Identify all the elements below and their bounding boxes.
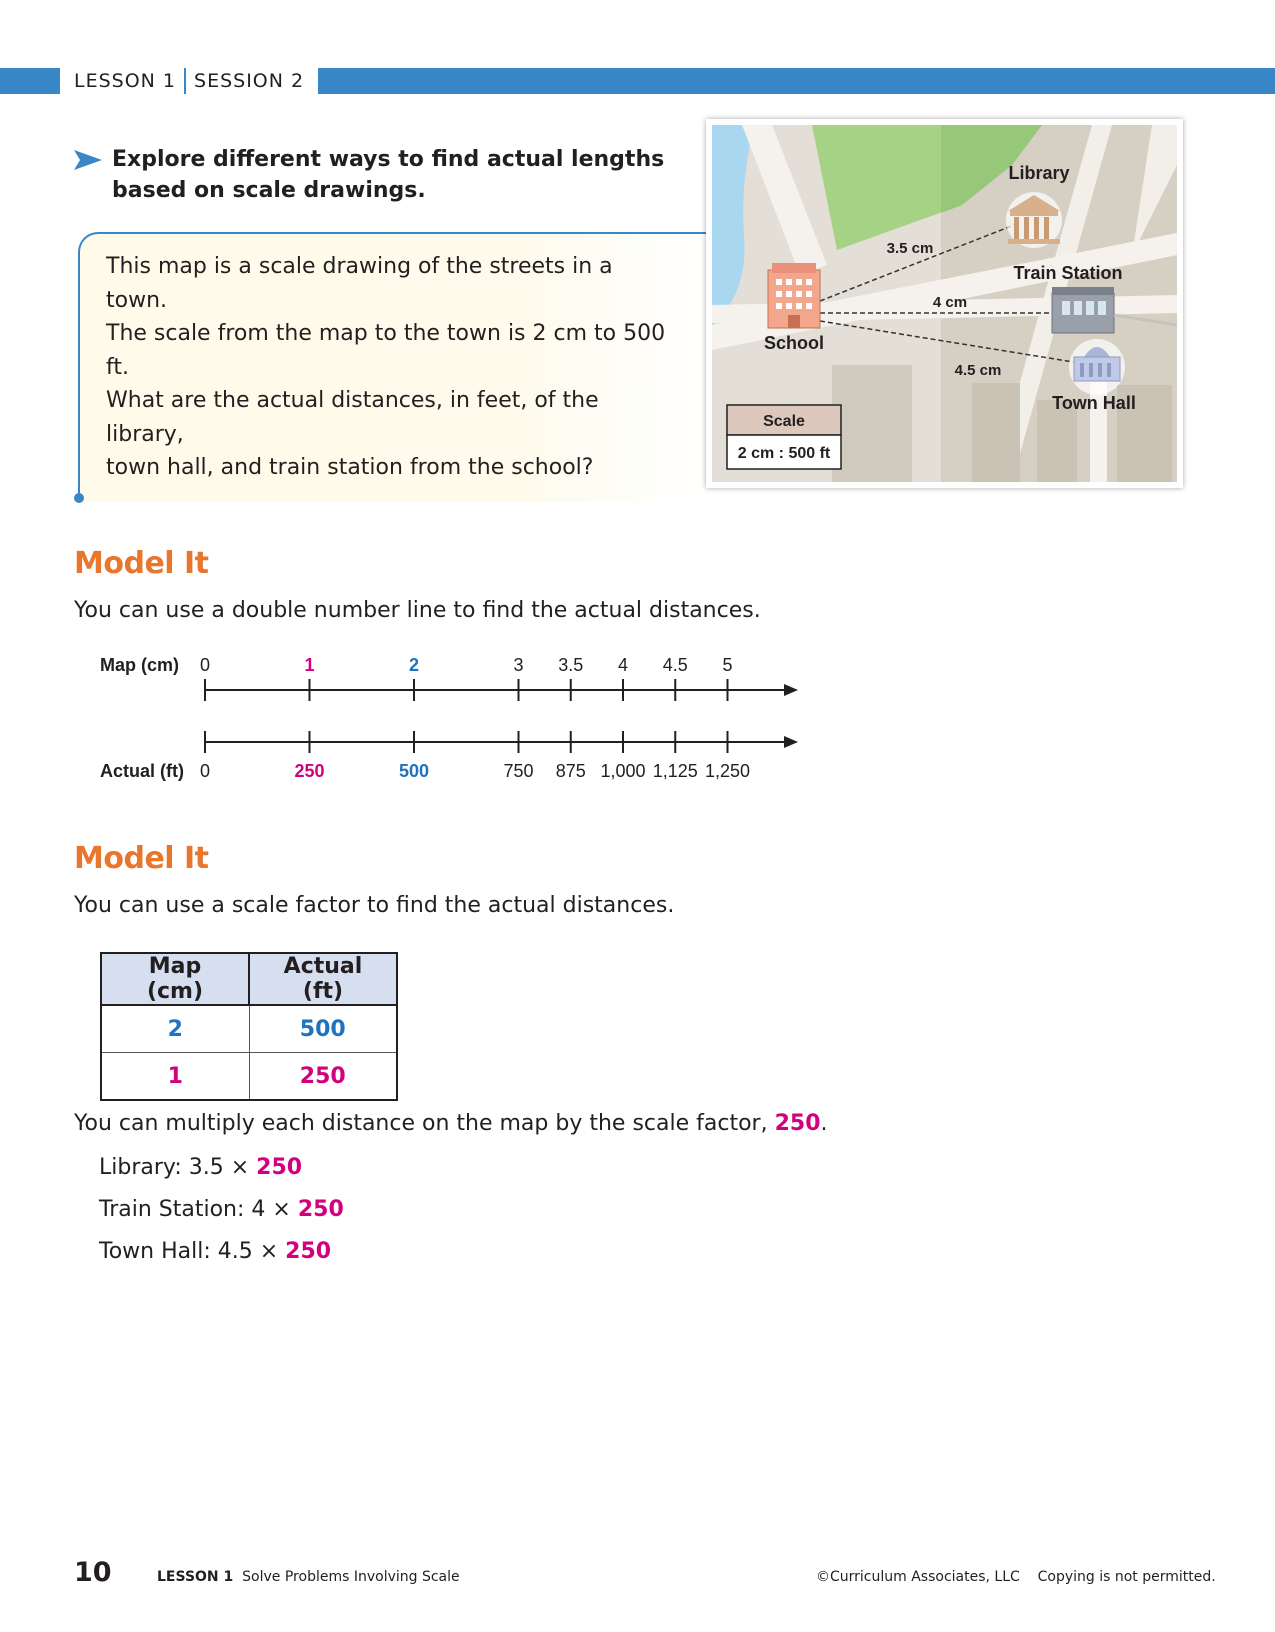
map-row-label: Map (cm) <box>100 655 179 675</box>
problem-text: This map is a scale drawing of the stree… <box>106 250 666 485</box>
actual-tick-label: 0 <box>200 761 210 781</box>
double-number-line: Map (cm) Actual (ft) 0 0 1 250 2 500 3 750 3.5 87… <box>100 655 798 781</box>
model-it-heading: Model It <box>74 546 209 581</box>
header-divider <box>184 68 187 94</box>
table-cell: 1 <box>100 1052 250 1101</box>
problem-line: This map is a scale drawing of the stree… <box>106 254 613 313</box>
town-hall-label: Town Hall <box>1052 393 1136 413</box>
scale-factor-value: 250 <box>774 1111 821 1136</box>
table-row: 2 500 <box>100 1004 398 1053</box>
multiply-sentence: You can multiply each distance on the ma… <box>74 1111 828 1136</box>
actual-row-label: Actual (ft) <box>100 761 184 781</box>
actual-tick-label: 1,125 <box>653 761 698 781</box>
calc-factor: 250 <box>297 1197 344 1222</box>
arrow-icon <box>74 150 102 170</box>
table-header-actual: Actual (ft) <box>248 952 398 1006</box>
scale-value: 2 cm : 500 ft <box>738 445 831 462</box>
map-tick-label: 5 <box>722 655 732 675</box>
actual-line-arrowhead <box>784 736 798 748</box>
header-band-left <box>0 68 60 94</box>
actual-tick-label: 1,250 <box>705 761 750 781</box>
page-number: 10 <box>74 1557 112 1588</box>
multiply-text: You can multiply each distance on the ma… <box>74 1111 768 1136</box>
calc-label: Town Hall: 4.5 <box>99 1239 253 1264</box>
train-station-label: Train Station <box>1013 263 1122 283</box>
times-icon: × <box>230 1155 250 1180</box>
table-header-map: Map (cm) <box>100 952 250 1006</box>
scale-table: Map (cm) Actual (ft) 2 500 1 250 <box>100 952 398 1101</box>
model-it-intro: You can use a scale factor to find the a… <box>74 893 675 918</box>
library-distance-label: 3.5 cm <box>887 240 934 257</box>
town-hall-calculation: Town Hall: 4.5 × 250 <box>99 1239 331 1264</box>
calc-label: Library: 3.5 <box>99 1155 224 1180</box>
map-tick-label: 4 <box>618 655 628 675</box>
school-icon <box>767 263 821 329</box>
explore-prompt: Explore different ways to find actual le… <box>112 147 665 203</box>
problem-line: What are the actual distances, in feet, … <box>106 388 599 447</box>
table-cell: 2 <box>100 1004 250 1053</box>
model-it-intro: You can use a double number line to find… <box>74 598 761 623</box>
calc-factor: 250 <box>256 1155 303 1180</box>
library-icon <box>1006 192 1062 248</box>
footer-lesson-title: Solve Problems Involving Scale <box>242 1569 460 1585</box>
town-hall-icon <box>1069 339 1125 395</box>
calc-label: Train Station: 4 <box>99 1197 266 1222</box>
problem-line: The scale from the map to the town is 2 … <box>106 321 666 380</box>
actual-tick-label: 750 <box>503 761 533 781</box>
library-label: Library <box>1008 163 1069 183</box>
copyright-text: ©Curriculum Associates, LLC <box>816 1569 1020 1585</box>
train-station-calculation: Train Station: 4 × 250 <box>99 1197 344 1222</box>
times-icon: × <box>259 1239 279 1264</box>
actual-tick-label: 875 <box>556 761 586 781</box>
times-icon: × <box>272 1197 291 1222</box>
number-line-ticks: 0 0 1 250 2 500 3 750 3.5 875 4 1,000 4.5 1,125 5 1,250 <box>200 655 750 781</box>
map-tick-label: 3 <box>513 655 523 675</box>
map-tick-label: 3.5 <box>558 655 583 675</box>
footer-lesson-number: LESSON 1 <box>157 1569 234 1585</box>
header-lesson: LESSON 1 <box>74 70 177 92</box>
town-hall-distance-label: 4.5 cm <box>955 362 1002 379</box>
sentence-period: . <box>820 1111 828 1136</box>
problem-box-dot <box>74 493 84 503</box>
header-band-right <box>318 68 1275 94</box>
actual-tick-label: 250 <box>294 761 324 781</box>
copying-notice: Copying is not permitted. <box>1037 1569 1216 1585</box>
problem-line: town hall, and train station from the sc… <box>106 455 594 480</box>
table-cell: 500 <box>248 1004 398 1053</box>
table-cell: 250 <box>248 1052 398 1101</box>
footer-copyright: ©Curriculum Associates, LLC Copying is n… <box>816 1569 1216 1585</box>
scale-title: Scale <box>763 413 805 430</box>
model-it-heading: Model It <box>74 841 209 876</box>
map-line-arrowhead <box>784 684 798 696</box>
school-label: School <box>764 333 824 353</box>
lesson-session-header: LESSON 1 SESSION 2 <box>74 68 304 94</box>
library-calculation: Library: 3.5 × 250 <box>99 1155 302 1180</box>
train-distance-label: 4 cm <box>933 294 967 311</box>
map-tick-label: 4.5 <box>663 655 688 675</box>
town-map-drawing: Library Train Station School Town Hall 3… <box>712 125 1177 482</box>
town-map: Library Train Station School Town Hall 3… <box>706 119 1183 488</box>
map-tick-label: 1 <box>304 655 314 675</box>
map-tick-label: 0 <box>200 655 210 675</box>
calc-factor: 250 <box>285 1239 332 1264</box>
map-tick-label: 2 <box>409 655 419 675</box>
footer-lesson: LESSON 1 Solve Problems Involving Scale <box>157 1569 460 1585</box>
scale-key: Scale 2 cm : 500 ft <box>726 404 842 470</box>
actual-tick-label: 1,000 <box>600 761 645 781</box>
table-row: 1 250 <box>100 1052 398 1101</box>
actual-tick-label: 500 <box>399 761 429 781</box>
header-session: SESSION 2 <box>194 70 305 92</box>
